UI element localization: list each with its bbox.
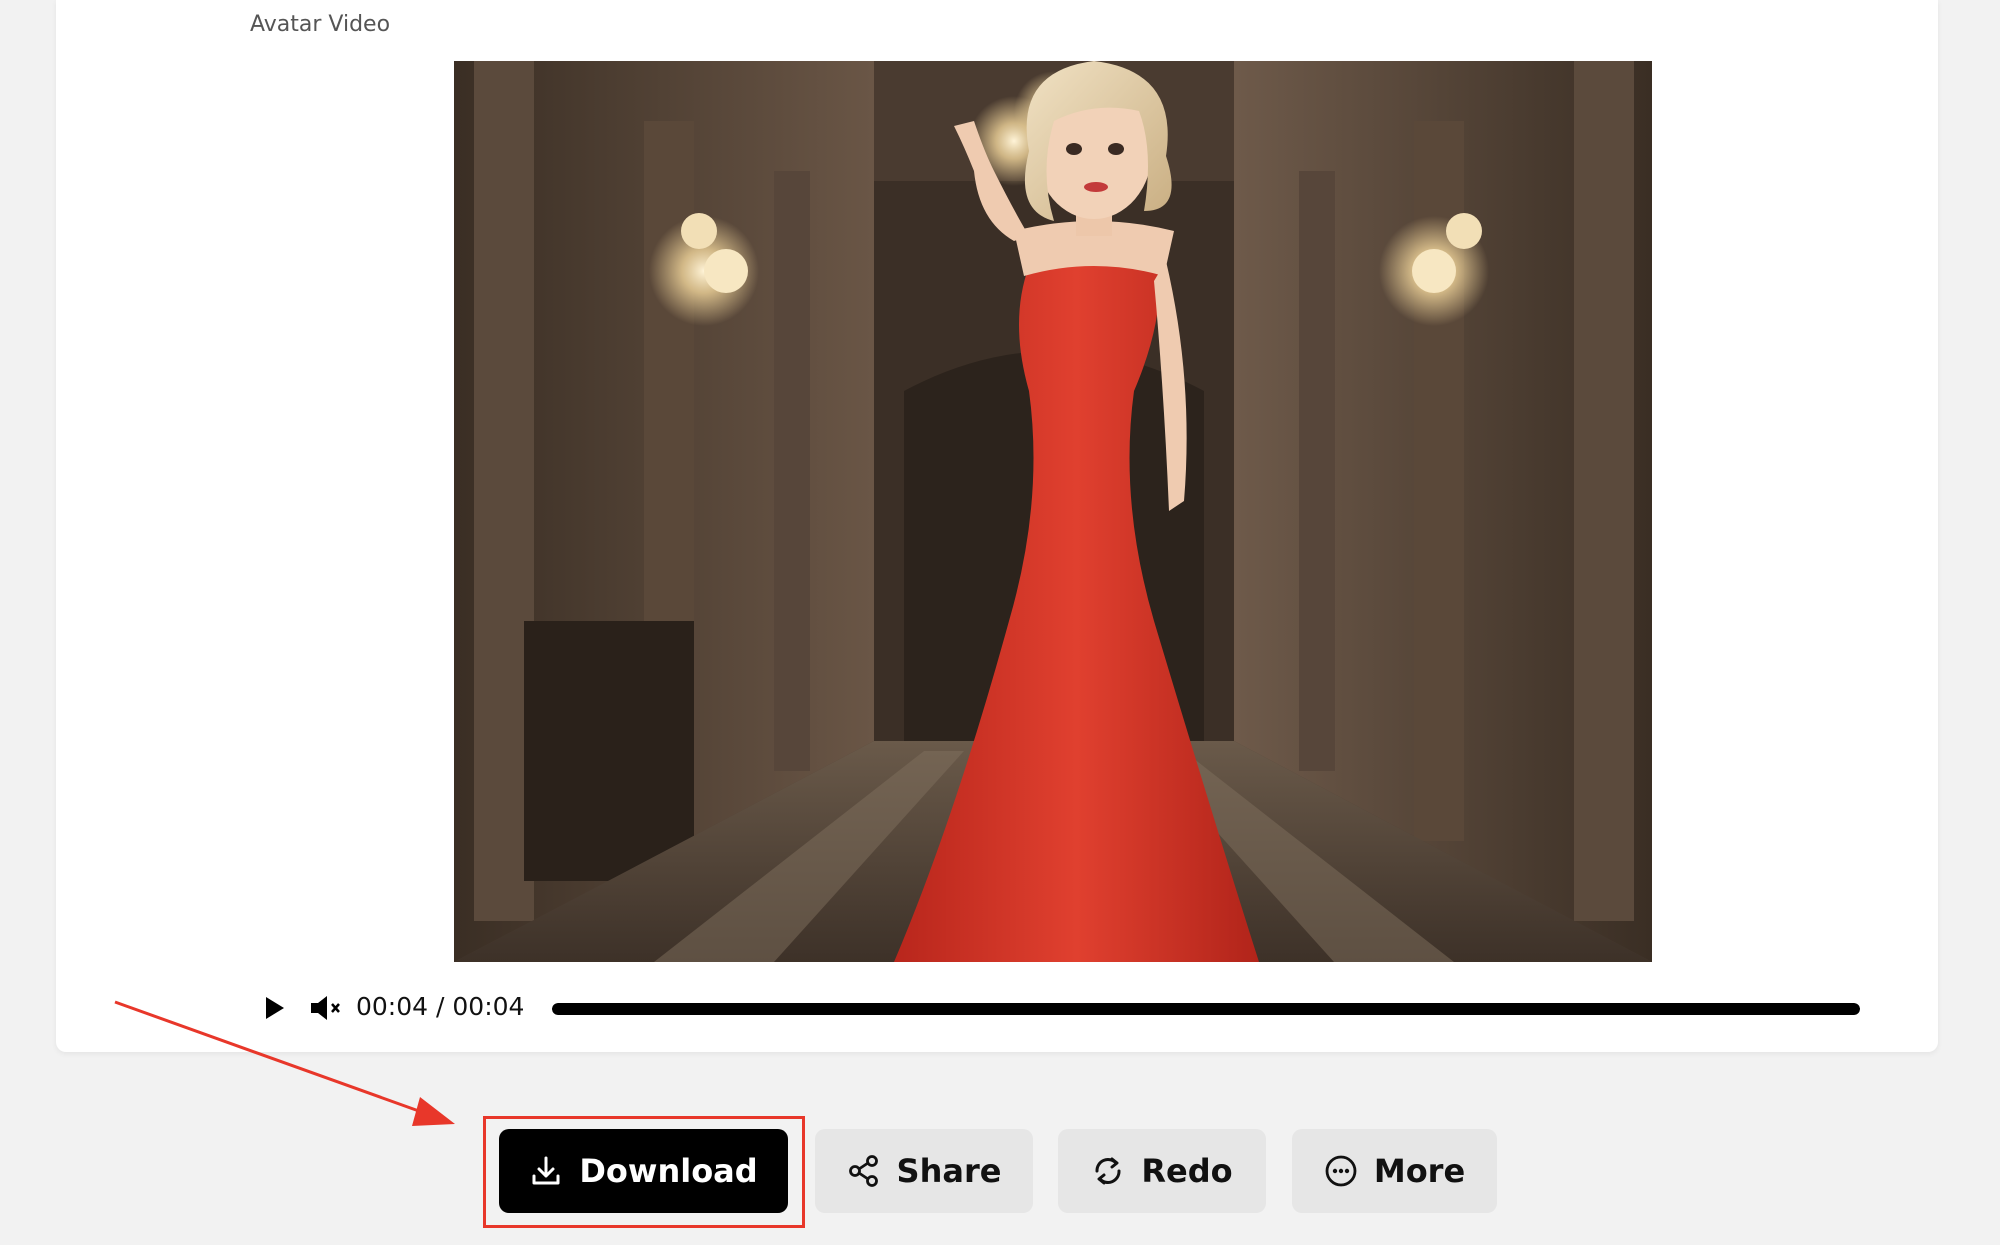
player-controls: 00:04 / 00:04 (260, 988, 1860, 1028)
progress-bar[interactable] (552, 1003, 1860, 1015)
card-title: Avatar Video (250, 12, 391, 37)
more-label: More (1373, 1152, 1466, 1190)
duration: 00:04 (452, 992, 525, 1021)
share-button[interactable]: Share (815, 1129, 1033, 1213)
refresh-icon (1091, 1154, 1125, 1188)
video-player[interactable] (454, 61, 1652, 962)
redo-button[interactable]: Redo (1058, 1129, 1266, 1213)
current-time: 00:04 (356, 992, 429, 1021)
share-icon (847, 1154, 881, 1188)
volume-muted-icon[interactable] (308, 994, 348, 1022)
page: Avatar Video 00:04 / 00:04 Download Shar… (0, 0, 2000, 1245)
download-icon (529, 1154, 563, 1188)
more-button[interactable]: More (1292, 1129, 1497, 1213)
time-separator: / (436, 992, 445, 1021)
download-label: Download (579, 1152, 758, 1190)
redo-label: Redo (1141, 1152, 1233, 1190)
time-display: 00:04 / 00:04 (356, 992, 524, 1021)
download-button[interactable]: Download (499, 1129, 788, 1213)
avatar-video-card: Avatar Video 00:04 / 00:04 (56, 0, 1938, 1052)
play-icon[interactable] (260, 994, 288, 1022)
progress-fill (552, 1003, 1860, 1015)
more-dots-icon (1324, 1154, 1358, 1188)
video-frame-image (454, 61, 1652, 962)
share-label: Share (896, 1152, 1002, 1190)
